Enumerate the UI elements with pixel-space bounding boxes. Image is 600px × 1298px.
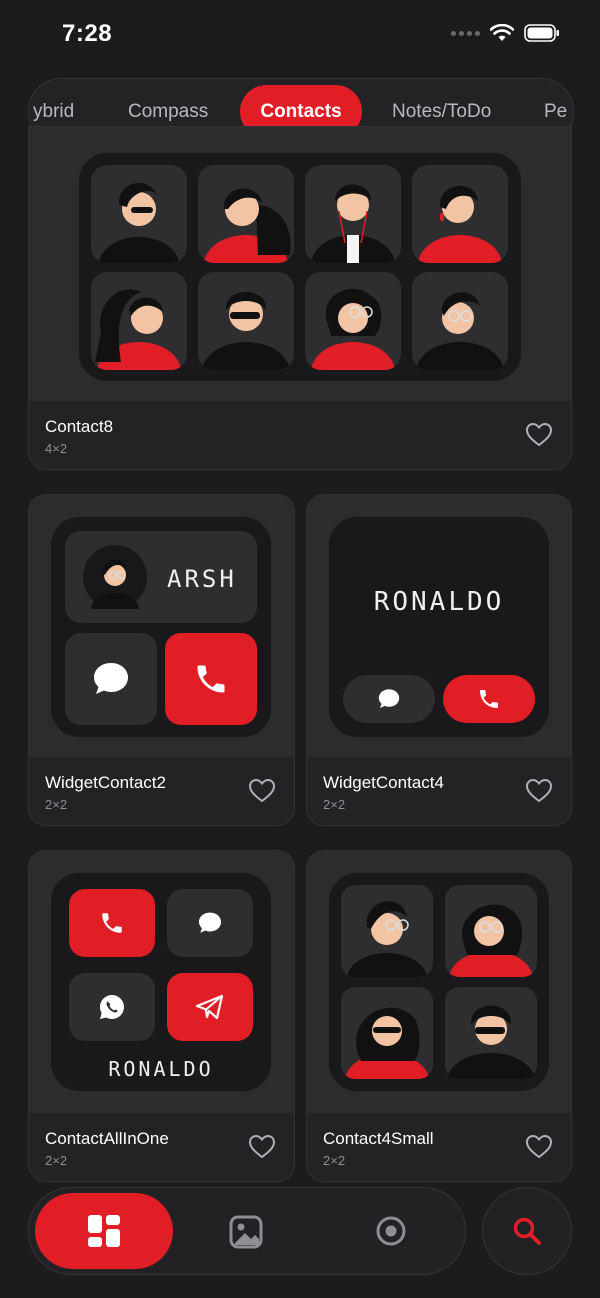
- card-size: 4×2: [45, 441, 68, 456]
- card-title: Contact8: [45, 417, 114, 436]
- widget-card-widgetcontact2[interactable]: ARSH WidgetContact2 2×2: [28, 494, 295, 826]
- avatar-3[interactable]: [341, 987, 433, 1091]
- widgetcontact2-widget: ARSH: [51, 517, 271, 737]
- card-title: WidgetContact2: [45, 773, 166, 792]
- call-button[interactable]: [443, 675, 535, 723]
- whatsapp-button[interactable]: [69, 973, 155, 1041]
- wifi-icon: [490, 24, 514, 41]
- avatar-4[interactable]: [445, 987, 537, 1091]
- record-icon: [376, 1216, 406, 1246]
- heart-icon[interactable]: [248, 1133, 276, 1161]
- card-footer: WidgetContact2 2×2: [29, 757, 294, 825]
- status-icons: [451, 24, 560, 42]
- battery-icon: [524, 24, 559, 42]
- avatar-8[interactable]: [412, 272, 508, 381]
- message-button[interactable]: [65, 633, 157, 725]
- card-preview: RONALDO: [307, 495, 571, 757]
- avatar-5[interactable]: [91, 272, 187, 381]
- call-button[interactable]: [165, 633, 257, 725]
- message-button[interactable]: [167, 889, 253, 957]
- contactallinone-widget: RONALDO: [51, 873, 271, 1091]
- call-button[interactable]: [69, 889, 155, 957]
- contact-name-label: ARSH: [167, 565, 237, 593]
- card-title: Contact4Small: [323, 1129, 434, 1148]
- card-preview: RONALDO: [29, 851, 294, 1113]
- search-icon: [513, 1217, 541, 1245]
- phone-icon: [480, 690, 498, 708]
- status-time: 7:28: [62, 20, 113, 47]
- bottom-nav: [28, 1187, 466, 1275]
- heart-icon[interactable]: [525, 777, 553, 805]
- heart-icon[interactable]: [525, 1133, 553, 1161]
- message-bubble-icon: [198, 912, 222, 933]
- card-title: ContactAllInOne: [45, 1129, 169, 1148]
- card-preview: ARSH: [29, 495, 294, 757]
- search-button[interactable]: [482, 1187, 572, 1275]
- card-footer: Contact4Small 2×2: [307, 1113, 571, 1181]
- nav-record-button[interactable]: [375, 1215, 407, 1247]
- contact8-widget: [79, 153, 521, 381]
- card-size: 2×2: [323, 797, 346, 812]
- card-preview: [307, 851, 571, 1113]
- send-icon: [195, 994, 224, 1020]
- card-footer: Contact8 4×2: [29, 401, 571, 469]
- contact-name-label: RONALDO: [373, 587, 505, 617]
- message-bubble-icon: [378, 689, 400, 708]
- grid-icon: [88, 1215, 120, 1247]
- card-size: 2×2: [45, 1153, 68, 1168]
- avatar-6[interactable]: [198, 272, 294, 381]
- contact-name-label: RONALDO: [108, 1057, 214, 1081]
- status-bar: 7:28: [0, 0, 600, 70]
- telegram-button[interactable]: [167, 973, 253, 1041]
- nav-widgets-button[interactable]: [35, 1193, 173, 1269]
- card-title: WidgetContact4: [323, 773, 444, 792]
- avatar: [83, 545, 147, 609]
- widget-card-contact4small[interactable]: Contact4Small 2×2: [306, 850, 572, 1182]
- avatar-grid: [91, 165, 508, 381]
- message-button[interactable]: [343, 675, 435, 723]
- widgetcontact4-widget: RONALDO: [329, 517, 549, 737]
- card-preview: [29, 127, 571, 401]
- contact-tile[interactable]: ARSH: [65, 531, 257, 623]
- avatar-grid: [341, 885, 537, 1091]
- contact4small-widget: [329, 873, 549, 1091]
- message-bubble-icon: [94, 663, 128, 694]
- image-icon: [229, 1215, 263, 1249]
- card-size: 2×2: [45, 797, 68, 812]
- widget-card-contact8[interactable]: Contact8 4×2: [28, 126, 572, 470]
- signal-icon: [451, 30, 480, 36]
- heart-icon[interactable]: [248, 777, 276, 805]
- avatar-7[interactable]: [305, 272, 401, 381]
- whatsapp-icon: [100, 995, 124, 1019]
- phone-icon: [197, 665, 225, 693]
- widget-card-widgetcontact4[interactable]: RONALDO WidgetContact4 2×2: [306, 494, 572, 826]
- heart-icon[interactable]: [525, 421, 553, 449]
- card-size: 2×2: [323, 1153, 346, 1168]
- card-footer: ContactAllInOne 2×2: [29, 1113, 294, 1181]
- widget-card-contactallinone[interactable]: RONALDO ContactAllInOne 2×2: [28, 850, 295, 1182]
- nav-wallpaper-button[interactable]: [229, 1215, 263, 1249]
- card-footer: WidgetContact4 2×2: [307, 757, 571, 825]
- phone-icon: [102, 913, 122, 933]
